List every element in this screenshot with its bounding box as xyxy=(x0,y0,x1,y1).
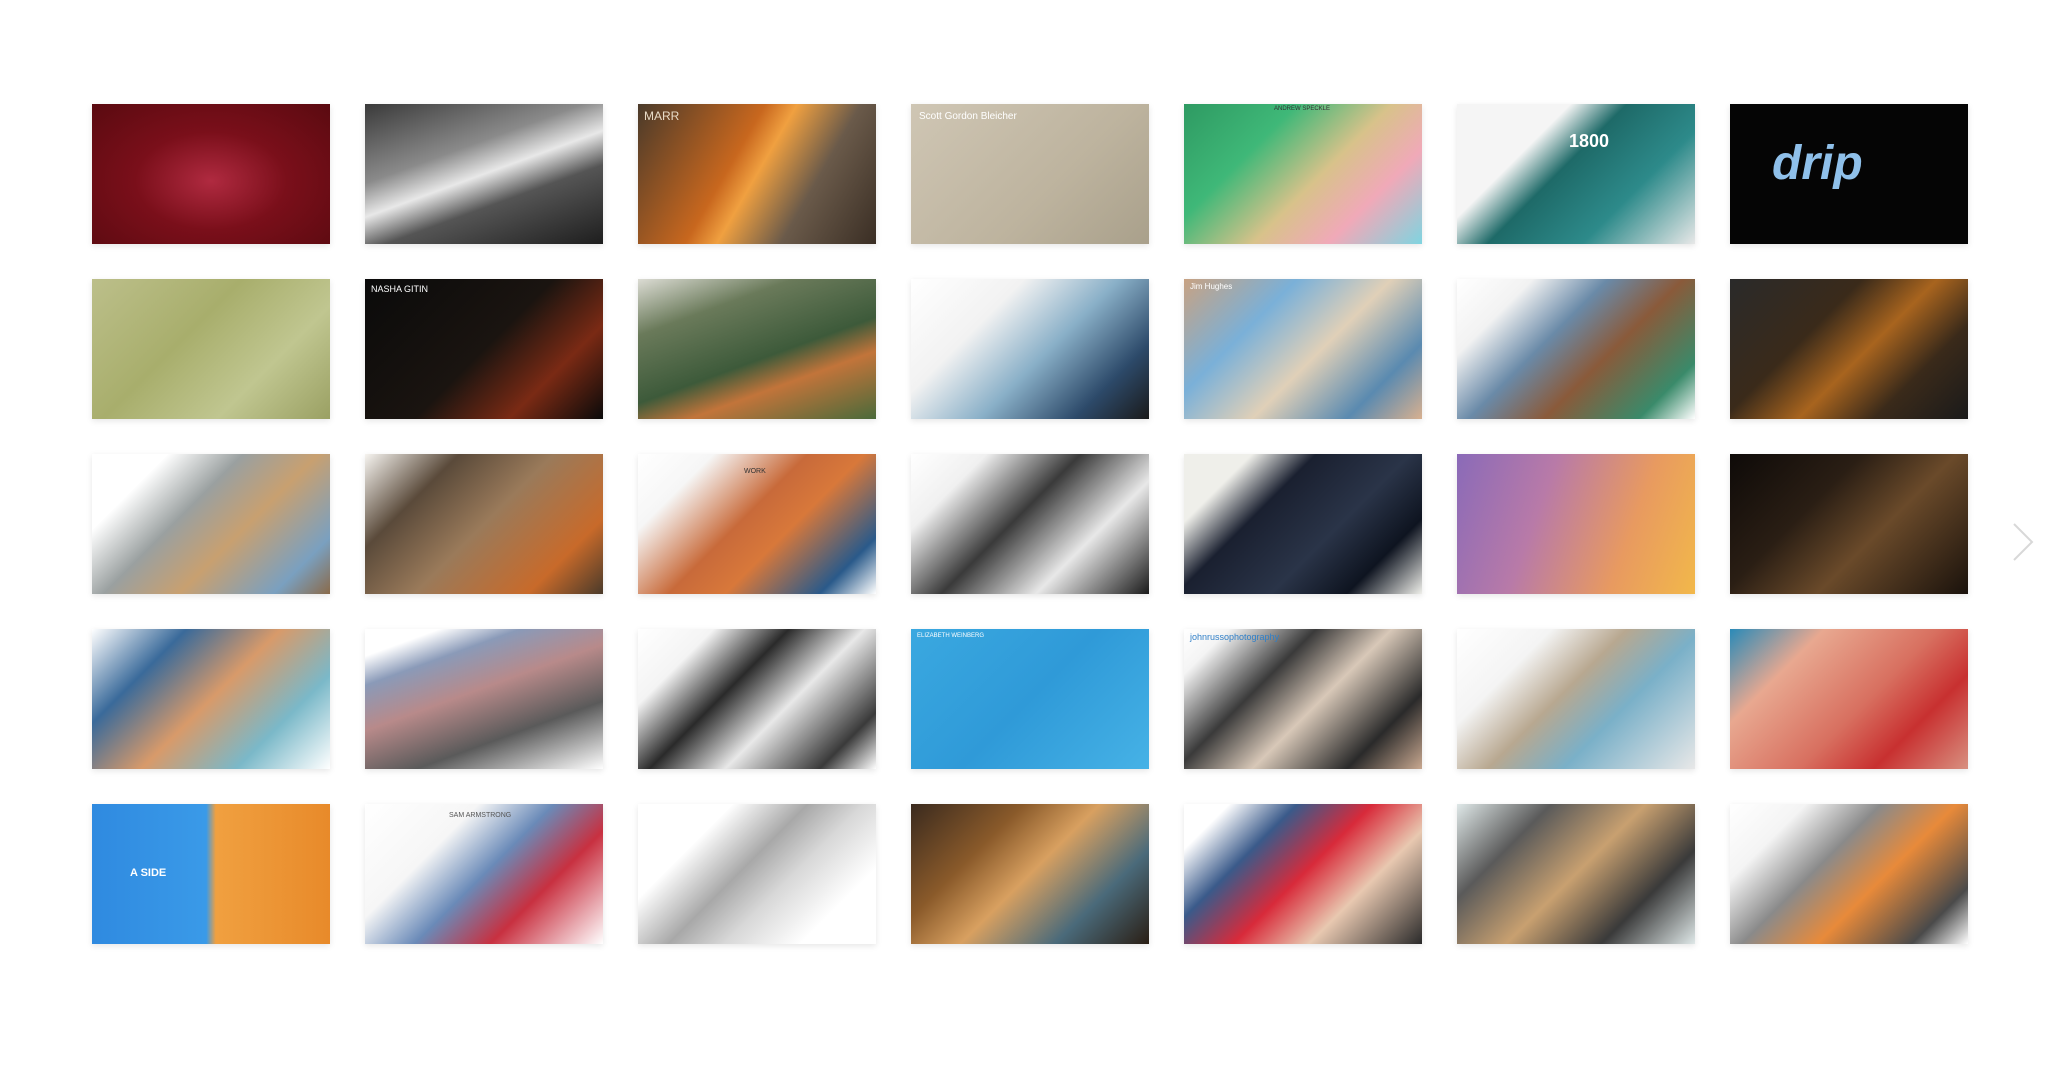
portfolio-thumbnail-nick-werner-bw[interactable] xyxy=(911,454,1149,594)
portfolio-thumbnail-green-fruit[interactable] xyxy=(92,279,330,419)
thumbnail-label: A SIDE xyxy=(130,867,167,879)
portfolio-thumbnail-kids-tablet[interactable] xyxy=(911,804,1149,944)
thumbnail-label: MARR xyxy=(644,109,680,123)
portfolio-thumbnail-beach-collage[interactable] xyxy=(92,629,330,769)
portfolio-thumbnail-welding-sparks[interactable]: MARR xyxy=(638,104,876,244)
portfolio-thumbnail-a-side-portrait[interactable]: A SIDE xyxy=(92,804,330,944)
thumbnail-label: drip xyxy=(1772,137,1863,190)
portfolio-thumbnail-red-hair-lake[interactable] xyxy=(638,279,876,419)
chevron-right-icon[interactable] xyxy=(2010,520,2036,564)
portfolio-thumbnail-dominic-athletes[interactable] xyxy=(1730,804,1968,944)
portfolio-thumbnail-nasha-gitin-whisky[interactable]: NASHA GITIN xyxy=(365,279,603,419)
portfolio-thumbnail-abstract-white[interactable] xyxy=(638,804,876,944)
thumbnail-label: SAM ARMSTRONG xyxy=(449,812,512,819)
thumbnail-label: johnrussophotography xyxy=(1190,632,1280,642)
portfolio-thumbnail-interior-collage[interactable] xyxy=(1457,629,1695,769)
thumbnail-label: NASHA GITIN xyxy=(371,284,429,294)
portfolio-thumbnail-blue-collage[interactable]: ELIZABETH WEINBERG xyxy=(911,629,1149,769)
thumbnail-label: ELIZABETH WEINBERG xyxy=(917,633,985,639)
portfolio-thumbnail-kickboxer-gradient[interactable] xyxy=(1457,454,1695,594)
portfolio-thumbnail-tequila-1800[interactable]: 1800 xyxy=(1457,104,1695,244)
portfolio-thumbnail-dark-corridor[interactable] xyxy=(1730,454,1968,594)
thumbnail-label: WORK xyxy=(744,468,766,475)
portfolio-thumbnail-sports-portraits[interactable] xyxy=(911,279,1149,419)
portfolio-thumbnail-scott-gordon-bleicher[interactable]: Scott Gordon Bleicher xyxy=(911,104,1149,244)
portfolio-thumbnail-boxer-dark[interactable] xyxy=(1184,454,1422,594)
portfolio-thumbnail-car-landscape[interactable] xyxy=(365,629,603,769)
portfolio-thumbnail-work-collage[interactable]: WORK xyxy=(638,454,876,594)
thumbnail-label: ANDREW SPECKLE xyxy=(1274,106,1331,112)
thumbnail-label: Jim Hughes xyxy=(1190,282,1233,291)
portfolio-thumbnail-portrait-red-fashion[interactable] xyxy=(92,104,330,244)
portfolio-thumbnail-travel-collage[interactable]: Jim Hughes xyxy=(1184,279,1422,419)
portfolio-thumbnail-nick-portfolio[interactable] xyxy=(1457,279,1695,419)
portfolio-thumbnail-machine-collage[interactable] xyxy=(92,454,330,594)
portfolio-thumbnail-andrew-collage[interactable]: ANDREW SPECKLE xyxy=(1184,104,1422,244)
portfolio-thumbnail-johnrusso-magazines[interactable]: johnrussophotography xyxy=(1184,629,1422,769)
portfolio-grid: MARR Scott Gordon Bleicher ANDREW SPECKLE 1… xyxy=(92,104,1968,944)
portfolio-thumbnail-bw-portraits[interactable] xyxy=(638,629,876,769)
portfolio-thumbnail-frankie-batista[interactable] xyxy=(1184,804,1422,944)
thumbnail-label: 1800 xyxy=(1569,131,1610,151)
portfolio-thumbnail-burger-food[interactable] xyxy=(1730,279,1968,419)
portfolio-thumbnail-sam-armstrong[interactable]: SAM ARMSTRONG xyxy=(365,804,603,944)
thumbnail-label: Scott Gordon Bleicher xyxy=(919,111,1017,122)
portfolio-thumbnail-desert-grid[interactable] xyxy=(1457,804,1695,944)
portfolio-thumbnail-mountain-bw[interactable] xyxy=(365,104,603,244)
portfolio-thumbnail-strawberry-lips[interactable] xyxy=(1730,629,1968,769)
portfolio-thumbnail-drip-logo[interactable]: drip xyxy=(1730,104,1968,244)
portfolio-thumbnail-johnson-collage[interactable] xyxy=(365,454,603,594)
